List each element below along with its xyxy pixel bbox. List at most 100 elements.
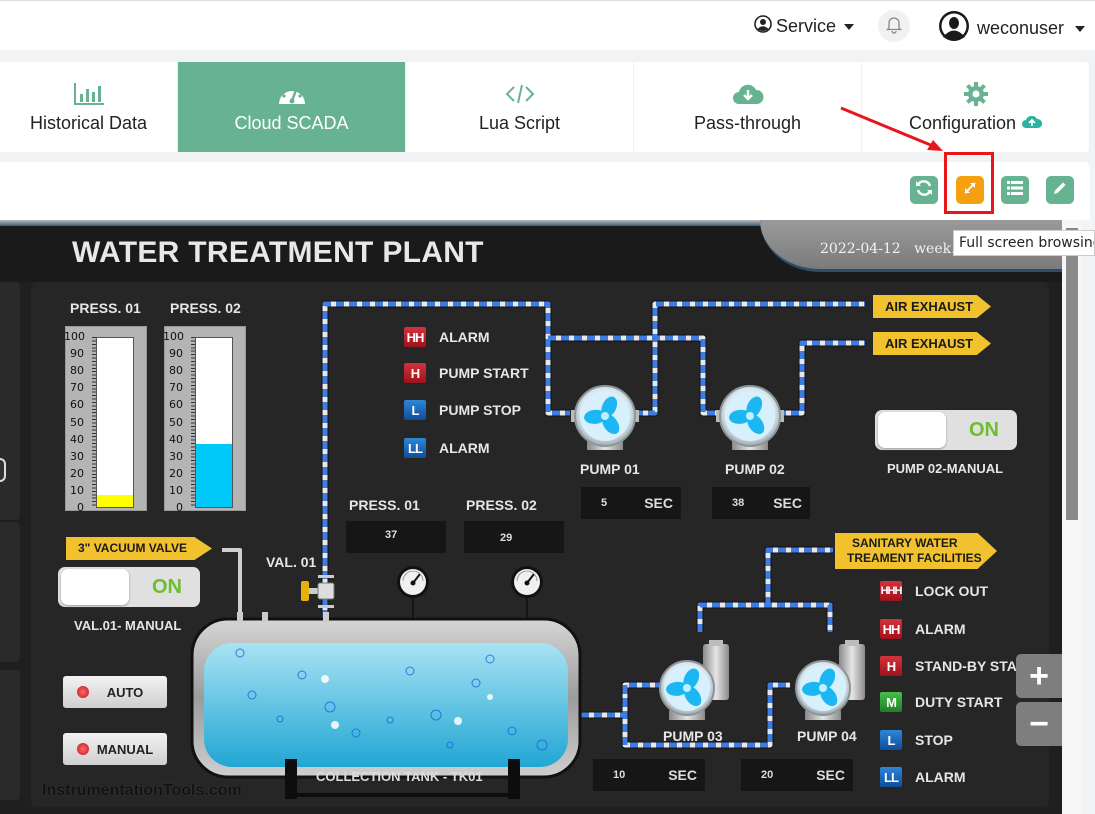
list-button[interactable] xyxy=(1001,176,1029,204)
user-circle-icon xyxy=(754,15,772,38)
cloud-upload-icon xyxy=(1022,113,1043,134)
indicator-l-stop: L STOP xyxy=(880,730,953,750)
fullscreen-tooltip: Full screen browsing xyxy=(953,230,1095,256)
gear-icon xyxy=(963,81,989,107)
button-label: MANUAL xyxy=(96,742,154,757)
tab-cloud-scada[interactable]: Cloud SCADA xyxy=(178,62,406,152)
level-badge: HH xyxy=(880,619,902,639)
pressure-dial-icon xyxy=(511,566,543,598)
timer-unit: SEC xyxy=(773,495,802,511)
tab-label: Historical Data xyxy=(29,112,148,133)
pump-02-graphic xyxy=(716,386,784,450)
tag-line: SANITARY WATER xyxy=(852,536,958,550)
service-menu[interactable]: Service xyxy=(754,15,855,38)
top-bar: Service weconuser xyxy=(0,0,1095,50)
button-label: AUTO xyxy=(106,685,144,700)
timer-value: 20 xyxy=(761,769,774,781)
refresh-button[interactable] xyxy=(910,176,938,204)
readout-value: 37 xyxy=(385,529,398,541)
red-arrow-annotation xyxy=(840,106,943,151)
press-01-readout-label: PRESS. 01 xyxy=(349,497,420,513)
pump-02-timer: 38 SEC xyxy=(712,487,810,519)
bar-chart-icon xyxy=(73,81,105,107)
timer-value: 5 xyxy=(601,497,608,509)
indicator-label: LOCK OUT xyxy=(915,583,989,599)
level-badge: LL xyxy=(880,767,902,787)
username: weconuser xyxy=(977,18,1065,38)
zoom-out-button[interactable]: − xyxy=(1016,702,1062,746)
indicator-hhh-lock-out: HHH LOCK OUT xyxy=(880,581,988,601)
indicator-label: ALARM xyxy=(915,621,966,637)
pressure-dial-icon xyxy=(397,566,429,598)
press-02-readout: 29 xyxy=(464,521,564,553)
vertical-scrollbar[interactable] xyxy=(1066,228,1078,520)
user-menu[interactable]: weconuser xyxy=(938,10,1086,47)
pump-04-label: PUMP 04 xyxy=(797,728,857,744)
dashboard-gauge-icon xyxy=(277,81,307,107)
tab-pass-through[interactable]: Pass-through xyxy=(634,62,862,152)
toggle-state: ON xyxy=(152,576,182,598)
auto-mode-button[interactable]: AUTO xyxy=(63,676,167,708)
scada-canvas: WATER TREATMENT PLANT 2022-04-12 week. T… xyxy=(0,220,1062,814)
pump-04-timer: 20 SEC xyxy=(741,759,853,791)
level-badge: L xyxy=(880,730,902,750)
toggle-knob xyxy=(878,412,946,448)
pump-02-manual-label: PUMP 02-MANUAL xyxy=(887,461,1004,476)
chevron-down-icon xyxy=(1075,25,1086,32)
pump-03-label: PUMP 03 xyxy=(663,728,723,744)
tab-label: Pass-through xyxy=(693,112,802,133)
tag-line: TREAMENT FACILITIES xyxy=(847,551,982,565)
tank-label: COLLECTION TANK - TK01 xyxy=(316,769,483,784)
list-icon xyxy=(1006,179,1024,201)
watermark: InstrumentationTools.com xyxy=(42,782,242,799)
edit-button[interactable] xyxy=(1046,176,1074,204)
pump-02-manual-toggle[interactable]: ON xyxy=(875,410,1017,450)
indicator-h-stand-by-start: H STAND-BY START xyxy=(880,656,1036,676)
tab-lua-script[interactable]: Lua Script xyxy=(406,62,634,152)
timer-unit: SEC xyxy=(644,495,673,511)
readout-value: 29 xyxy=(500,532,513,544)
indicator-hh-alarm-2: HH ALARM xyxy=(880,619,966,639)
pump-03-timer: 10 SEC xyxy=(593,759,705,791)
toggle-state: ON xyxy=(969,419,999,441)
code-icon xyxy=(505,81,535,107)
chevron-down-icon xyxy=(844,23,855,30)
highlight-annotation-box xyxy=(944,152,994,214)
level-badge: H xyxy=(880,656,902,676)
level-badge: M xyxy=(880,692,902,712)
bell-icon xyxy=(885,15,903,38)
pencil-icon xyxy=(1052,180,1068,201)
notifications-button[interactable] xyxy=(878,10,910,42)
avatar xyxy=(938,10,970,47)
tab-historical-data[interactable]: Historical Data xyxy=(0,62,178,152)
indicator-label: ALARM xyxy=(915,769,966,785)
manual-mode-button[interactable]: MANUAL xyxy=(63,733,167,765)
indicator-label: STOP xyxy=(915,732,953,748)
pump-04-graphic xyxy=(796,640,865,720)
zoom-in-button[interactable]: + xyxy=(1016,654,1062,698)
pump-01-timer: 5 SEC xyxy=(581,487,681,519)
val-01-manual-label: VAL.01- MANUAL xyxy=(74,618,182,633)
level-badge: HHH xyxy=(880,581,902,601)
timer-unit: SEC xyxy=(668,767,697,783)
val-01-manual-toggle[interactable]: ON xyxy=(58,567,200,607)
vacuum-valve-tag: 3" VACUUM VALVE xyxy=(66,537,212,560)
toggle-knob xyxy=(61,569,129,605)
indicator-label: DUTY START xyxy=(915,694,1003,710)
tab-label: Cloud SCADA xyxy=(234,112,349,133)
timer-value: 10 xyxy=(613,769,626,781)
pump-01-graphic xyxy=(571,386,639,450)
indicator-m-duty-start: M DUTY START xyxy=(880,692,1002,712)
indicator-ll-alarm-2: LL ALARM xyxy=(880,767,966,787)
timer-value: 38 xyxy=(732,497,745,509)
pump-02-label: PUMP 02 xyxy=(725,461,785,477)
cloud-download-icon xyxy=(732,81,764,107)
timer-unit: SEC xyxy=(816,767,845,783)
press-02-readout-label: PRESS. 02 xyxy=(466,497,537,513)
pump-03-graphic xyxy=(660,640,729,720)
service-label: Service xyxy=(776,16,837,36)
press-01-readout: 37 xyxy=(346,521,446,553)
valve-01-label: VAL. 01 xyxy=(266,554,317,570)
refresh-icon xyxy=(915,179,933,202)
pump-01-label: PUMP 01 xyxy=(580,461,640,477)
